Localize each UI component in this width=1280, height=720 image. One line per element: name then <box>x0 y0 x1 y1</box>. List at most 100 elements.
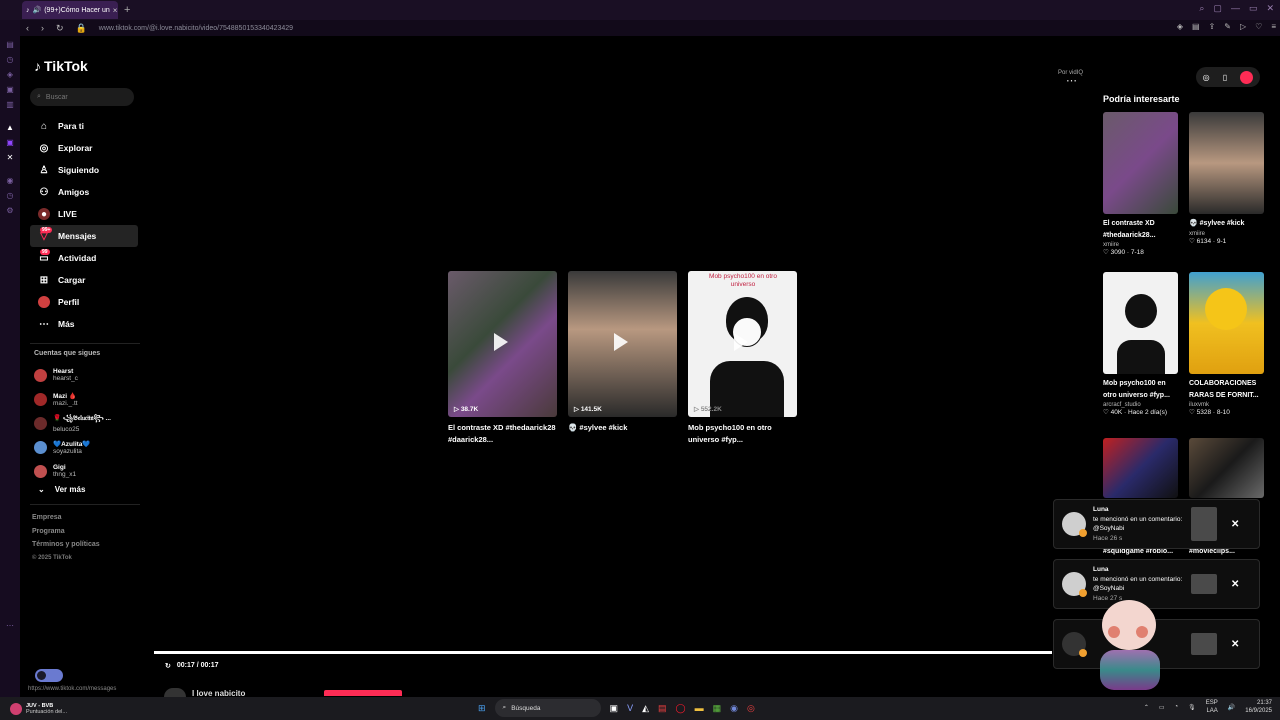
video-thumbnail[interactable] <box>1189 112 1264 214</box>
snapshot-icon[interactable]: ▢ <box>1213 3 1222 14</box>
capcut-icon[interactable]: ◭ <box>642 703 649 714</box>
footer-link[interactable]: Términos y políticas <box>32 538 146 552</box>
suggested-video[interactable]: ▷ 38.7K El contraste XD #thedaarick28 #d… <box>448 271 557 445</box>
translate-icon[interactable]: ✎ <box>1224 22 1231 31</box>
nav-mas[interactable]: ⋯ Más <box>30 313 138 335</box>
recommended-video[interactable]: Mob psycho100 en otro universo #fyp... a… <box>1103 272 1178 416</box>
nav-perfil[interactable]: Perfil <box>30 291 138 313</box>
following-account[interactable]: 💙Azulita💙 soyazulita <box>34 435 146 459</box>
follow-button[interactable] <box>324 690 402 696</box>
chevron-up-icon[interactable]: ⌃ <box>1144 704 1149 711</box>
nav-cargar[interactable]: ⊞ Cargar <box>30 269 138 291</box>
share-icon[interactable]: ⇪ <box>1209 22 1216 31</box>
weather-widget[interactable]: JUV - BVB Puntuación del... <box>10 702 67 715</box>
settings-icon[interactable]: ⚙ <box>6 206 13 215</box>
mic-icon[interactable]: 🎙 <box>1188 704 1196 711</box>
history-icon[interactable]: ◷ <box>7 55 14 64</box>
close-icon[interactable]: ✕ <box>1231 579 1239 590</box>
gaming-icon[interactable]: ◈ <box>7 70 13 79</box>
maximize-icon[interactable]: ▭ <box>1249 3 1258 14</box>
live-tool-icon[interactable] <box>1240 70 1254 84</box>
workspace-icon[interactable]: ▤ <box>6 40 14 49</box>
video-thumbnail[interactable] <box>1103 112 1178 214</box>
speaker-icon[interactable]: 🔊 <box>33 6 42 14</box>
url-field[interactable]: www.tiktok.com/@i.love.nabicito/video/75… <box>99 25 293 32</box>
video-thumbnail[interactable] <box>1103 438 1178 498</box>
phone-icon[interactable]: ▯ <box>1223 73 1227 82</box>
recommended-video[interactable] <box>1103 438 1178 498</box>
new-tab-button[interactable]: + <box>124 4 130 16</box>
following-account[interactable]: Gigi thng_x1 <box>34 459 146 483</box>
following-account[interactable]: Hearst hearst_c <box>34 363 146 387</box>
media-icon[interactable]: ▷ <box>1240 22 1246 31</box>
network-icon[interactable]: ▭ <box>1159 704 1165 711</box>
minimize-icon[interactable]: — <box>1231 3 1240 14</box>
following-account[interactable]: Mazi 🩸 mazi._.tt <box>34 387 146 411</box>
wifi-icon[interactable]: ◔ <box>1175 704 1179 710</box>
compass-tool-icon[interactable]: ◎ <box>1203 73 1210 82</box>
twitch-side-icon[interactable]: ▣ <box>6 138 14 147</box>
extension-icon[interactable]: ▤ <box>1192 22 1200 31</box>
calendar-icon[interactable]: ▤ <box>658 703 667 714</box>
system-clock[interactable]: 21:37 16/9/2025 <box>1245 699 1272 715</box>
video-thumbnail[interactable]: ▷ 38.7K <box>448 271 557 417</box>
tiktok-logo[interactable]: ♪ TikTok <box>34 58 146 74</box>
vidiq-toggle[interactable] <box>35 669 63 682</box>
discord-icon[interactable]: ◉ <box>730 703 738 714</box>
nav-mensajes[interactable]: ▽ 99+ Mensajes <box>30 225 138 247</box>
x-icon[interactable]: ✕ <box>7 153 14 162</box>
menu-icon[interactable]: ≡ <box>1271 22 1276 31</box>
folder-icon[interactable]: ▬ <box>695 703 704 713</box>
video-thumbnail[interactable] <box>1103 272 1178 374</box>
close-icon[interactable]: ✕ <box>1231 639 1239 650</box>
chrome-icon[interactable]: ◎ <box>747 703 755 714</box>
keyboard-language[interactable]: ESP LAA <box>1206 699 1218 715</box>
aria-icon[interactable]: ▲ <box>6 123 14 132</box>
see-more-button[interactable]: ⌄ Ver más <box>38 485 146 494</box>
recommended-video[interactable]: 💀 #sylvee #kick xmiire ♡ 6134 · 9-1 <box>1189 112 1264 245</box>
close-window-icon[interactable]: ✕ <box>1266 3 1274 14</box>
progress-bar[interactable] <box>154 651 1052 654</box>
nav-amigos[interactable]: ⚇ Amigos <box>30 181 138 203</box>
close-icon[interactable]: ✕ <box>1231 519 1239 530</box>
heart-icon[interactable]: ♡ <box>1255 22 1262 31</box>
player-icon[interactable]: ◉ <box>7 176 14 185</box>
video-thumbnail[interactable] <box>1189 438 1264 498</box>
nav-live[interactable]: ● LIVE <box>30 203 138 225</box>
more-options-icon[interactable]: ⋯ <box>1066 74 1077 87</box>
search-tabs-icon[interactable]: ⌕ <box>1199 3 1204 14</box>
windows-start-icon[interactable]: ⊞ <box>478 703 486 714</box>
recommended-video[interactable]: El contraste XD #thedaarick28... xmiire … <box>1103 112 1178 256</box>
clock-icon[interactable]: ◷ <box>7 191 14 200</box>
footer-link[interactable]: Programa <box>32 525 146 539</box>
twitch-icon[interactable]: ▣ <box>6 85 14 94</box>
nav-explorar[interactable]: ◎ Explorar <box>30 137 138 159</box>
tab-close-icon[interactable]: × <box>113 6 118 15</box>
more-sidebar-icon[interactable]: ⋯ <box>6 621 14 630</box>
nav-siguiendo[interactable]: ♙ Siguiendo <box>30 159 138 181</box>
nav-para-ti[interactable]: ⌂ Para ti <box>30 115 138 137</box>
taskbar-search[interactable]: ⌕ Búsqueda <box>494 699 601 717</box>
suggested-video[interactable]: Mob psycho100 en otro universo ▷ 552.2K … <box>688 271 797 445</box>
lock-icon[interactable]: 🔒 <box>76 23 87 34</box>
notification-toast[interactable]: Luna te mencionó en un comentario: @SoyN… <box>1053 499 1260 549</box>
back-icon[interactable]: ‹ <box>26 23 29 34</box>
volume-icon[interactable]: 🔊 <box>1228 704 1235 711</box>
recommended-video[interactable] <box>1189 438 1264 498</box>
opera-icon[interactable]: ◯ <box>676 703 686 714</box>
suggested-video[interactable]: ▷ 141.5K 💀 #sylvee #kick <box>568 271 677 445</box>
footer-link[interactable]: Empresa <box>32 511 146 525</box>
replay-icon[interactable]: ↻ <box>165 662 171 670</box>
minecraft-icon[interactable]: ▦ <box>713 703 722 714</box>
bookmark-icon[interactable]: ◈ <box>1177 22 1183 31</box>
recommended-video[interactable]: COLABORACIONES RARAS DE FORNIT... iluxvm… <box>1189 272 1264 416</box>
task-view-icon[interactable]: ▣ <box>610 703 619 714</box>
forward-icon[interactable]: › <box>41 23 44 34</box>
bookmarks-icon[interactable]: ▥ <box>6 100 14 109</box>
video-thumbnail[interactable]: ▷ 141.5K <box>568 271 677 417</box>
video-thumbnail[interactable]: Mob psycho100 en otro universo ▷ 552.2K <box>688 271 797 417</box>
browser-tab[interactable]: ♪ 🔊 (99+)Cómo Hacer un × <box>22 1 118 19</box>
nav-actividad[interactable]: ▭ 99 Actividad <box>30 247 138 269</box>
vscode-icon[interactable]: V <box>627 703 633 713</box>
following-account[interactable]: 🌹 ꧁𝔅𝔢𝔩𝔲𝔠𝔦𝔱𝔞꧂ ... beluco25 <box>34 411 146 435</box>
